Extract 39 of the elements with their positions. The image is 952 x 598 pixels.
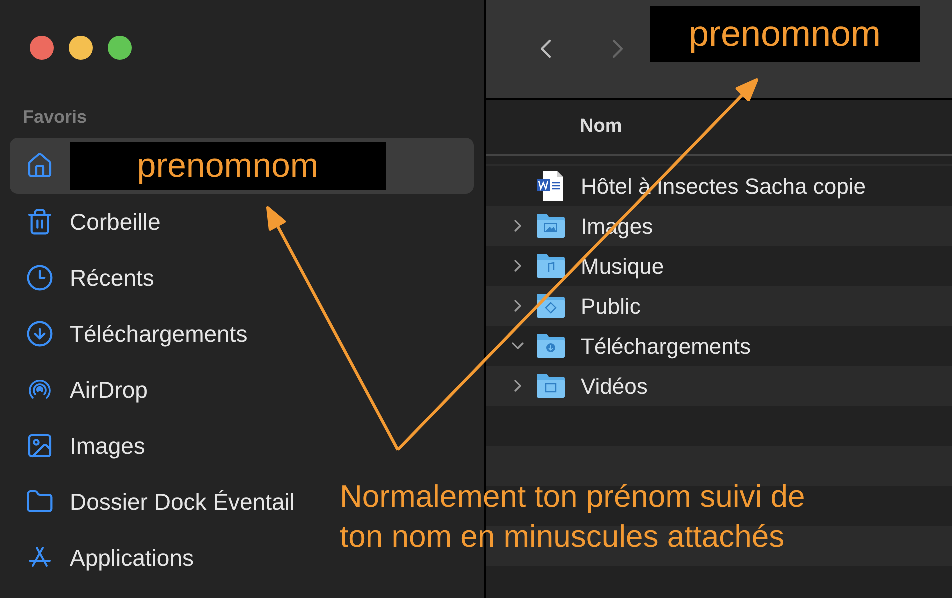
folder-icon	[536, 213, 566, 239]
sidebar-item[interactable]: AirDrop	[10, 362, 154, 418]
section-title: Favoris	[22, 106, 88, 129]
folder-icon	[536, 373, 566, 399]
word-document-icon	[536, 170, 564, 202]
trash-icon	[26, 208, 54, 236]
download-icon	[26, 320, 54, 348]
image-icon	[26, 432, 54, 460]
folder-icon	[536, 293, 566, 319]
sidebar-item[interactable]: Corbeille	[10, 194, 167, 250]
sidebar-item[interactable]: Récents	[10, 250, 160, 306]
window-title: prenomnom	[650, 6, 920, 62]
window-control-button[interactable]	[108, 36, 132, 60]
sidebar-item[interactable]: Applications	[10, 530, 200, 586]
annotation-text: ton nom en minuscules attachés	[340, 518, 786, 556]
window-control-button[interactable]	[30, 36, 54, 60]
sidebar-label: Images	[70, 432, 146, 461]
folder-icon	[536, 333, 566, 359]
folder-icon	[536, 253, 566, 279]
sidebar-item[interactable]: Téléchargements	[10, 306, 254, 362]
column-header[interactable]: Nom	[486, 100, 952, 156]
sidebar-label: Dossier Dock Éventail	[70, 488, 295, 517]
file-name: Téléchargements	[581, 332, 751, 361]
sidebar-label: Récents	[70, 264, 154, 293]
file-name: Musique	[581, 252, 664, 281]
annotation-text: Normalement ton prénom suivi de	[340, 478, 806, 516]
file-name: Public	[581, 292, 641, 320]
window-control-button[interactable]	[69, 36, 93, 60]
sidebar-item[interactable]: prenomnom	[10, 138, 474, 194]
file-name: Vidéos	[581, 372, 648, 400]
sidebar-label: AirDrop	[70, 376, 148, 405]
sidebar-item[interactable]: Images	[10, 418, 152, 474]
sidebar-item[interactable]: Dossier Dock Éventail	[10, 474, 301, 530]
clock-icon	[26, 264, 54, 292]
sidebar-label: Téléchargements	[70, 320, 248, 349]
redaction-label: prenomnom	[70, 142, 386, 190]
sidebar-label: Applications	[70, 544, 194, 573]
home-icon	[26, 152, 54, 180]
sidebar-label: Corbeille	[70, 208, 161, 237]
